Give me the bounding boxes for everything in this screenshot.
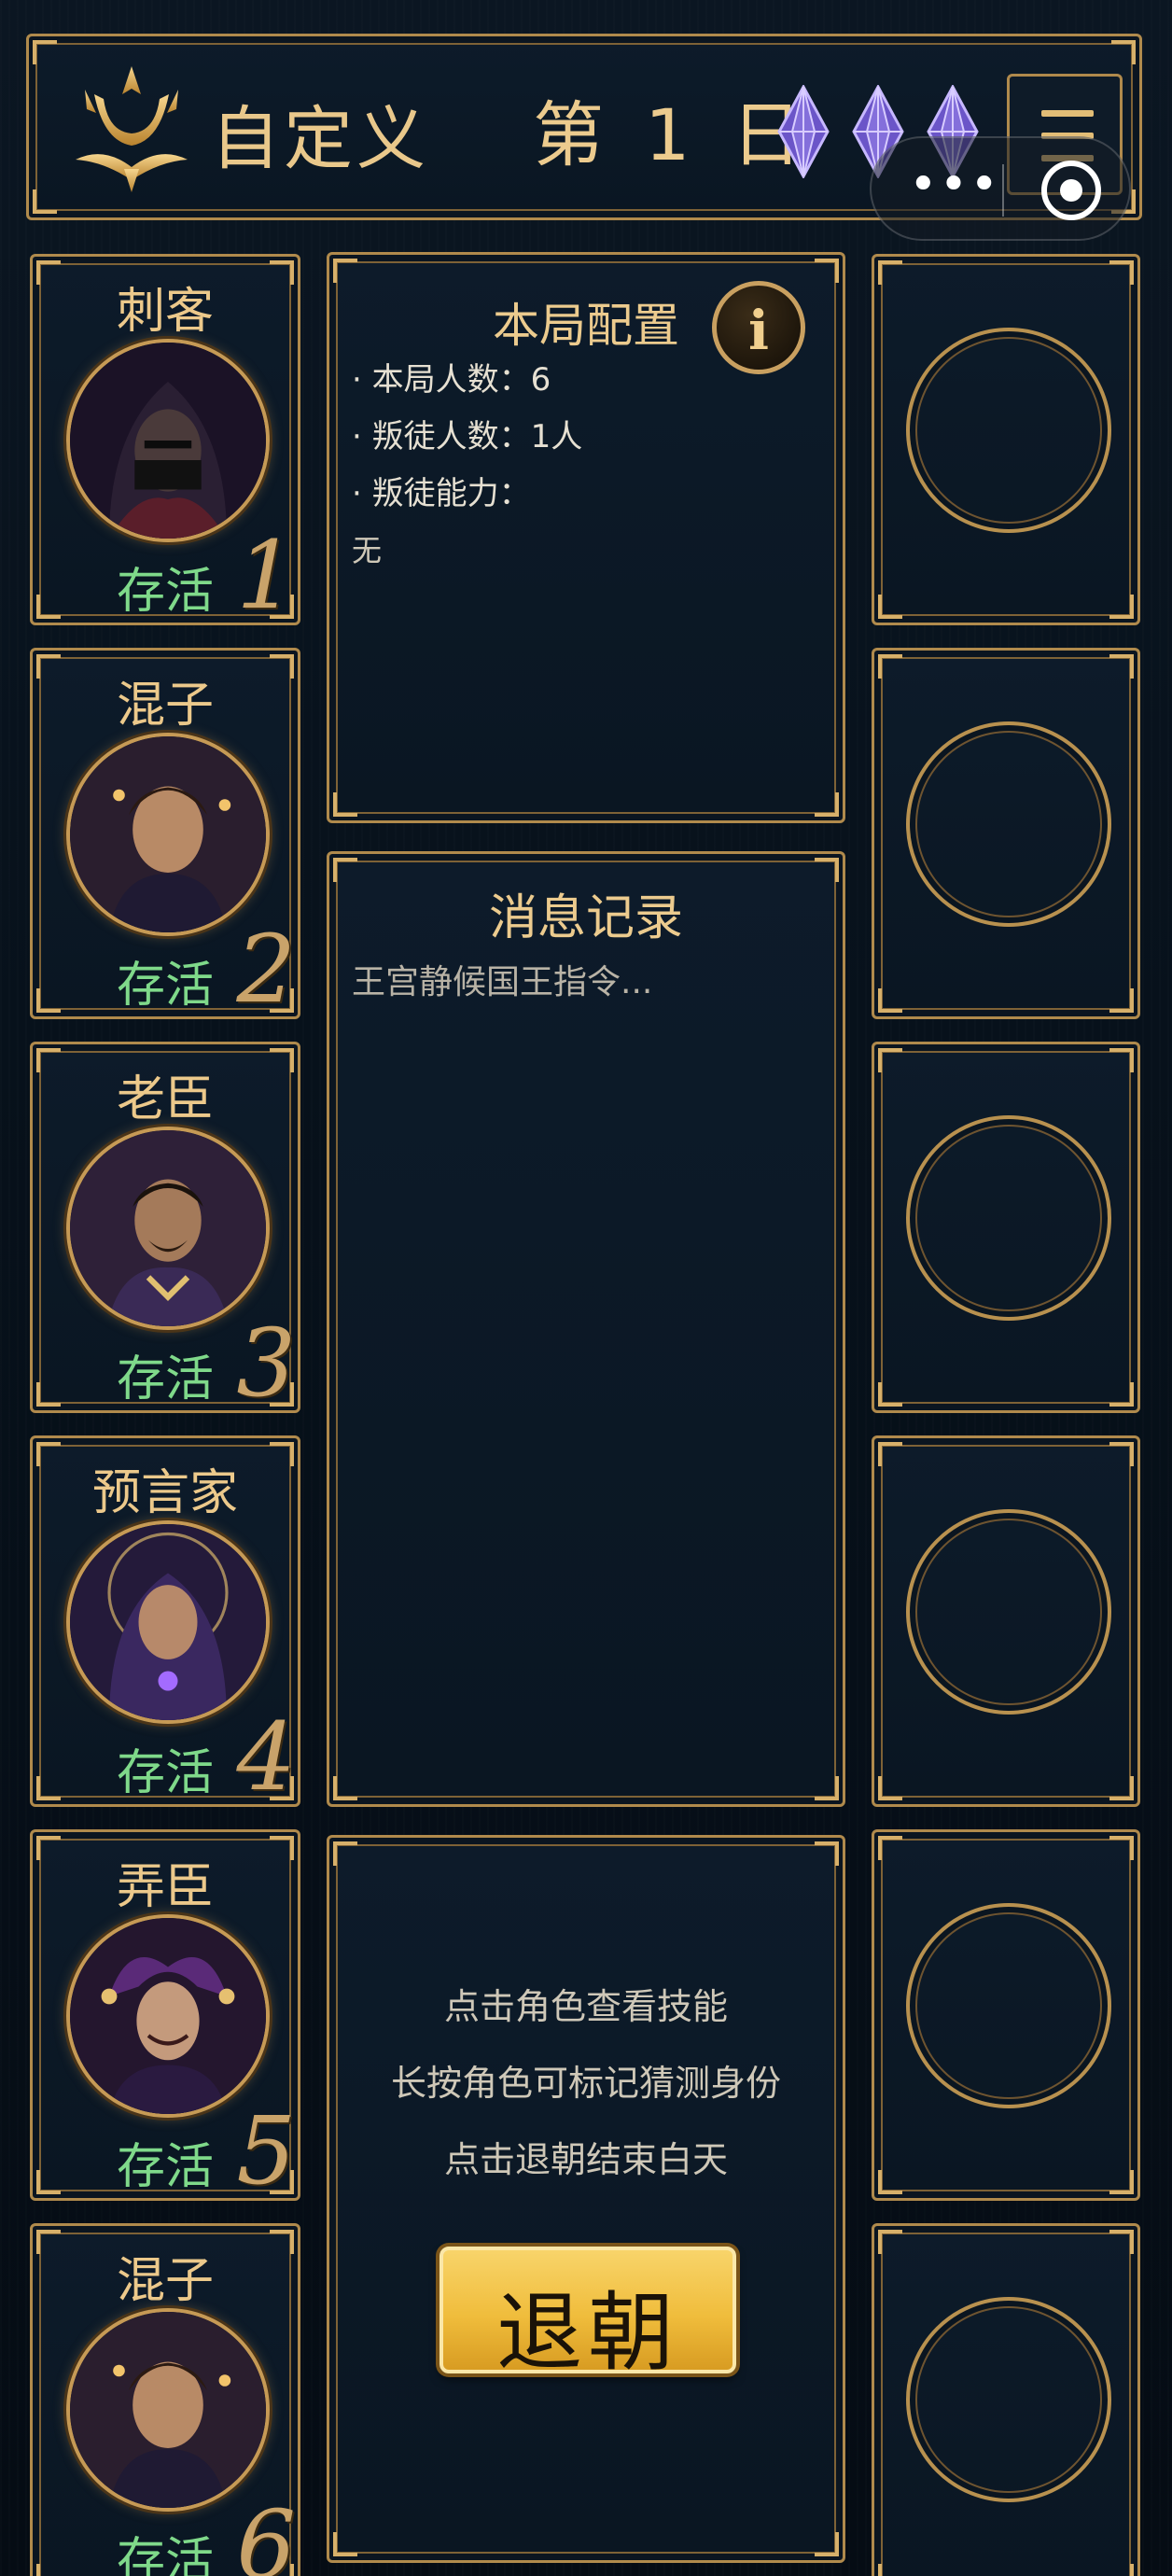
game-mode-label: 自定义	[211, 99, 429, 179]
player-role: 弄臣	[116, 1859, 214, 1915]
info-icon: i	[747, 299, 770, 362]
empty-seat-ring	[906, 328, 1111, 533]
empty-seat[interactable]	[872, 1829, 1140, 2201]
jester-portrait	[66, 1914, 270, 2118]
empty-seat[interactable]	[872, 2223, 1140, 2576]
player-role: 预言家	[91, 1465, 238, 1521]
old-minister-portrait	[66, 1127, 270, 1330]
hint-text: 点击角色查看技能	[443, 1986, 728, 2027]
log-entry: 王宫静候国王指令...	[352, 963, 653, 1001]
player-number: 4	[236, 1702, 296, 1812]
player-card-2[interactable]: 混子 存活 2	[30, 648, 300, 1024]
traitor-ability-value: 无	[352, 533, 383, 568]
prophetess-portrait	[66, 1520, 270, 1724]
player-number: 3	[236, 1309, 296, 1418]
player-number: 2	[236, 915, 296, 1024]
player-role: 刺客	[116, 284, 214, 340]
close-miniprogram-icon[interactable]	[1041, 161, 1101, 220]
player-card-3[interactable]: 老臣 存活 3	[30, 1042, 300, 1418]
player-role: 老臣	[116, 1071, 214, 1127]
alive-status: 存活	[117, 958, 215, 1014]
player-card-5[interactable]: 弄臣 存活 5	[30, 1829, 300, 2205]
alive-status: 存活	[117, 2139, 215, 2195]
empty-seat[interactable]	[872, 1042, 1140, 1413]
empty-seat-ring	[906, 1903, 1111, 2108]
player-number: 6	[236, 2490, 296, 2576]
hamburger-menu-icon	[1041, 110, 1094, 117]
empty-seat-ring	[906, 2297, 1111, 2502]
hint-text: 长按角色可标记猜测身份	[390, 2063, 781, 2104]
player-card-1[interactable]: 刺客 存活 1	[30, 254, 300, 630]
alive-status: 存活	[117, 1745, 215, 1801]
empty-seat[interactable]	[872, 1435, 1140, 1807]
log-title: 消息记录	[488, 890, 683, 946]
empty-seat-ring	[906, 721, 1111, 927]
retreat-button[interactable]: 退朝	[440, 2247, 736, 2383]
message-log-panel: 消息记录 王宫静候国王指令...	[327, 851, 845, 1807]
day-counter: 第 1 日	[533, 93, 812, 176]
empty-seat[interactable]	[872, 254, 1140, 625]
game-config-panel: 本局配置 i · 本局人数：6 · 叛徒人数：1人 · 叛徒能力： 无	[327, 252, 845, 823]
player-number: 1	[236, 521, 296, 630]
more-options-button[interactable]: •••	[909, 161, 1000, 209]
retreat-label: 退朝	[495, 2283, 679, 2383]
empty-seat-ring	[906, 1509, 1111, 1715]
empty-seat-ring	[906, 1115, 1111, 1321]
hint-text: 点击退朝结束白天	[443, 2139, 728, 2180]
player-card-4[interactable]: 预言家 存活 4	[30, 1435, 300, 1812]
player-role: 混子	[116, 678, 214, 734]
alive-status: 存活	[117, 2533, 215, 2576]
alive-status: 存活	[117, 564, 215, 620]
mini-program-capsule: •••	[870, 136, 1131, 241]
player-count-line: · 本局人数：6	[352, 361, 551, 399]
info-button[interactable]: i	[712, 281, 805, 374]
traitor-ability-line: · 叛徒能力：	[352, 475, 531, 512]
alive-status: 存活	[117, 1351, 215, 1407]
assassin-portrait	[66, 339, 270, 542]
trident-crown-icon	[76, 66, 188, 192]
empty-seat[interactable]	[872, 648, 1140, 1019]
nobleman-portrait	[66, 733, 270, 936]
player-role: 混子	[116, 2253, 214, 2309]
action-panel: 点击角色查看技能 长按角色可标记猜测身份 点击退朝结束白天 退朝	[327, 1835, 845, 2563]
player-card-6[interactable]: 混子 存活 6	[30, 2223, 300, 2576]
amethyst-gem-icon	[777, 85, 830, 178]
nobleman-portrait	[66, 2308, 270, 2512]
traitor-count-line: · 叛徒人数：1人	[352, 418, 583, 455]
config-lines: · 本局人数：6 · 叛徒人数：1人 · 叛徒能力： 无	[352, 352, 582, 580]
player-number: 5	[236, 2096, 296, 2205]
